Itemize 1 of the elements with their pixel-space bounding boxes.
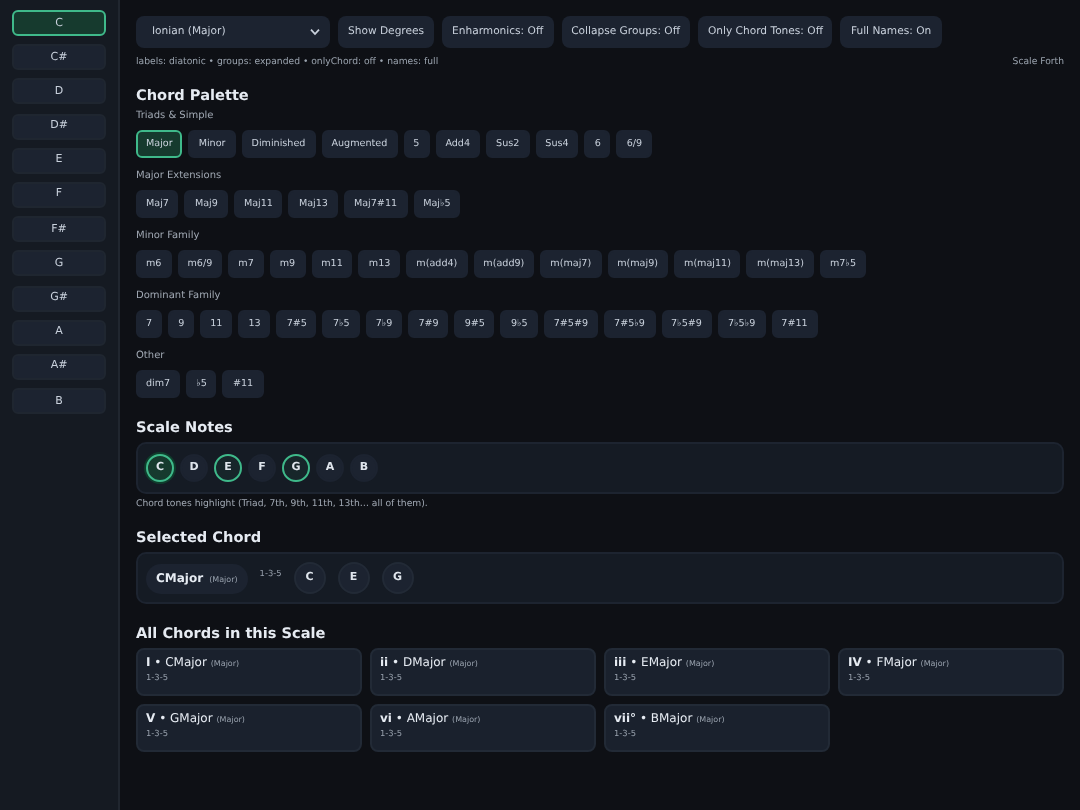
chevron-down-icon: [310, 28, 320, 36]
